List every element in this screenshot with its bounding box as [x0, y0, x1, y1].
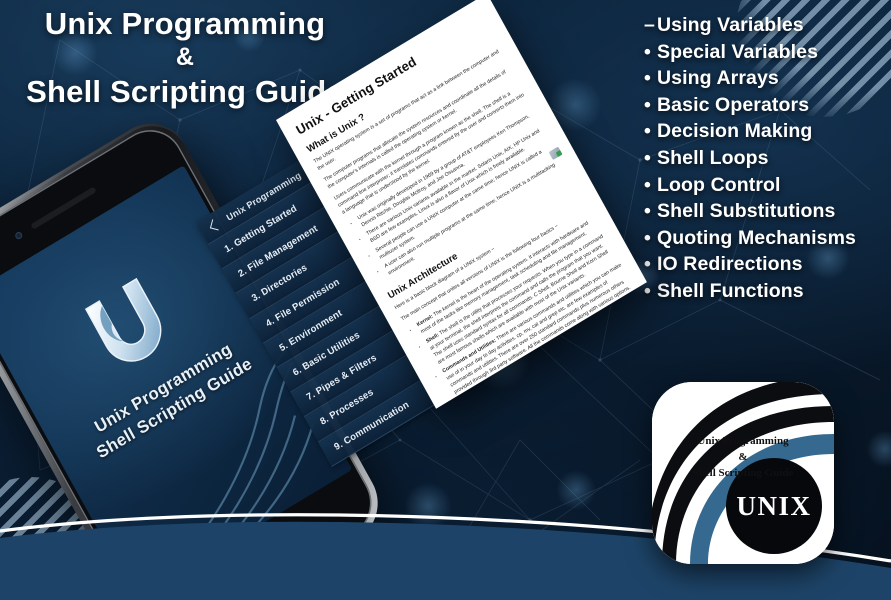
- feature-label: Quoting Mechanisms: [657, 226, 856, 249]
- feature-list-item: • Shell Loops: [644, 145, 891, 172]
- feature-list-item: • Quoting Mechanisms: [644, 225, 891, 252]
- feature-label: Shell Loops: [657, 146, 769, 169]
- feature-list-item: – Using Variables: [644, 12, 891, 39]
- feature-bullet-icon: •: [644, 173, 651, 196]
- feature-bullet-icon: –: [644, 14, 655, 36]
- feature-list-item: • Basic Operators: [644, 92, 891, 119]
- feature-label: Special Variables: [657, 40, 819, 63]
- headline-line-2: Shell Scripting Guide: [26, 73, 344, 109]
- feature-label: IO Redirections: [657, 253, 803, 276]
- feature-list-item: • IO Redirections: [644, 251, 891, 278]
- feature-list: – Using Variables • Special Variables • Using…: [644, 12, 891, 305]
- feature-label: Shell Substitutions: [657, 200, 836, 223]
- feature-list-item: • Shell Substitutions: [644, 198, 891, 225]
- banner-headline: Unix Programming & Shell Scripting Guide: [0, 6, 370, 109]
- feature-label: Basic Operators: [657, 93, 810, 116]
- feature-bullet-icon: •: [644, 67, 651, 90]
- feature-list-item: • Loop Control: [644, 172, 891, 199]
- app-icon-badge: Unix Programming & Shell Scripting Guide…: [652, 382, 834, 564]
- feature-bullet-icon: •: [644, 226, 651, 249]
- badge-unix-label: UNIX: [736, 490, 812, 521]
- feature-bullet-icon: •: [644, 40, 651, 63]
- badge-title-line-1: Unix Programming: [697, 435, 789, 447]
- feature-list-item: • Using Arrays: [644, 65, 891, 92]
- feature-label: Decision Making: [657, 120, 813, 143]
- feature-label: Using Variables: [657, 14, 804, 36]
- feature-bullet-icon: •: [644, 93, 651, 116]
- chevron-left-icon[interactable]: [209, 219, 221, 231]
- feature-label: Shell Functions: [657, 279, 804, 302]
- feature-list-item: • Shell Functions: [644, 278, 891, 305]
- app-store-promo-banner: Unix Programming & Shell Scripting Guide…: [0, 0, 891, 600]
- headline-line-1: Unix Programming: [44, 6, 326, 41]
- headline-ampersand: &: [175, 43, 195, 72]
- feature-label: Loop Control: [657, 173, 781, 196]
- badge-title: Unix Programming & Shell Scripting Guide: [652, 434, 834, 482]
- feature-bullet-icon: •: [644, 120, 651, 143]
- feature-bullet-icon: •: [644, 200, 651, 223]
- feature-bullet-icon: •: [644, 146, 651, 169]
- phone-camera-icon: [14, 230, 24, 241]
- badge-title-line-2: Shell Scripting Guide: [692, 466, 794, 479]
- feature-bullet-icon: •: [644, 253, 651, 276]
- feature-list-item: • Decision Making: [644, 118, 891, 145]
- feature-list-item: • Special Variables: [644, 39, 891, 66]
- feature-label: Using Arrays: [657, 67, 779, 90]
- badge-ampersand: &: [738, 450, 748, 463]
